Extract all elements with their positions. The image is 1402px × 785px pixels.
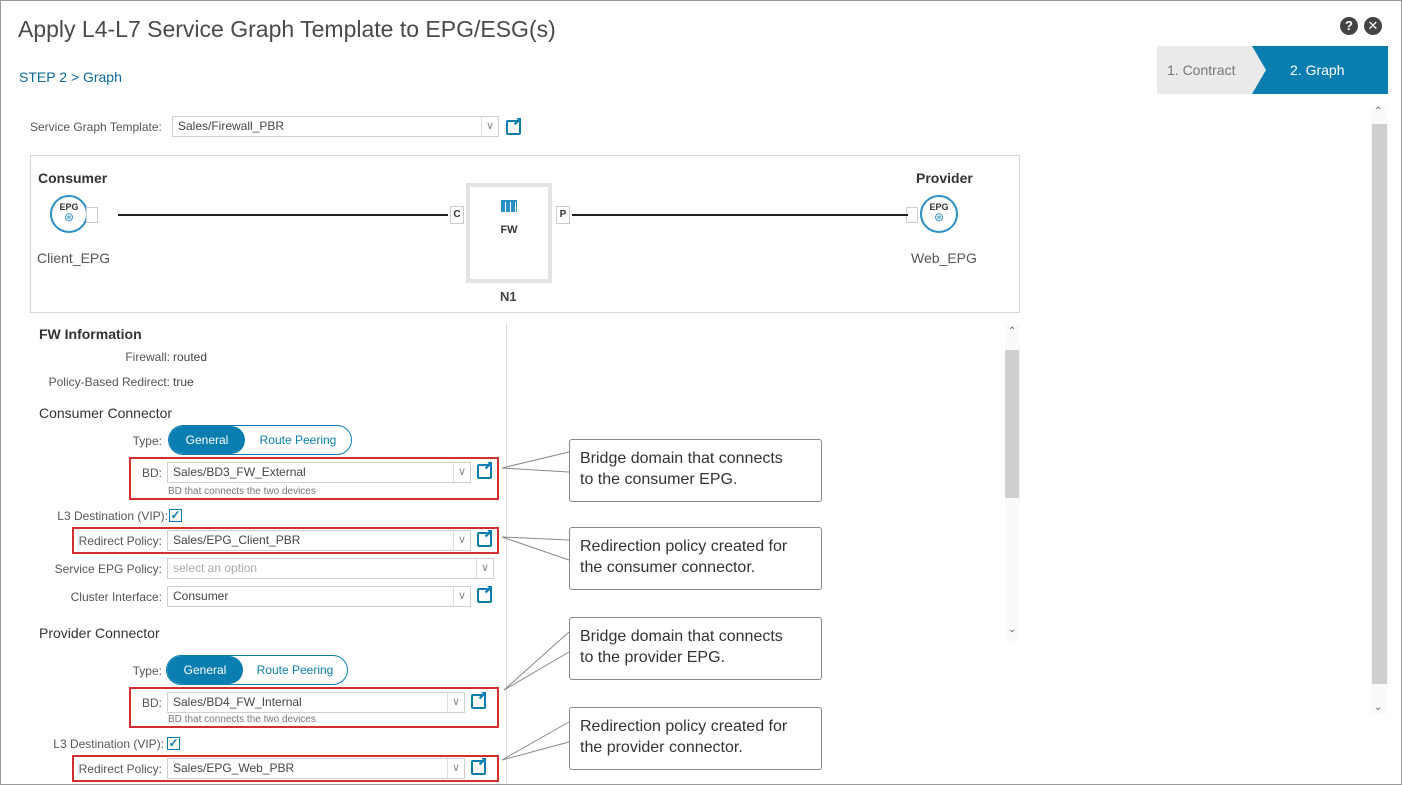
callout-line: to the provider EPG. xyxy=(580,649,725,666)
callout-consumer-redirect: Redirection policy created for the consu… xyxy=(569,527,822,590)
callout-line: the consumer connector. xyxy=(580,559,756,576)
callout-line: to the consumer EPG. xyxy=(580,471,738,488)
callout-line: Redirection policy created for xyxy=(580,538,788,555)
callout-provider-bd: Bridge domain that connects to the provi… xyxy=(569,617,822,680)
callout-provider-redirect: Redirection policy created for the provi… xyxy=(569,707,822,770)
callout-line: Bridge domain that connects xyxy=(580,628,783,645)
callout-line: Bridge domain that connects xyxy=(580,450,783,467)
callout-line: the provider connector. xyxy=(580,739,743,756)
callout-line: Redirection policy created for xyxy=(580,718,788,735)
callout-consumer-bd: Bridge domain that connects to the consu… xyxy=(569,439,822,502)
